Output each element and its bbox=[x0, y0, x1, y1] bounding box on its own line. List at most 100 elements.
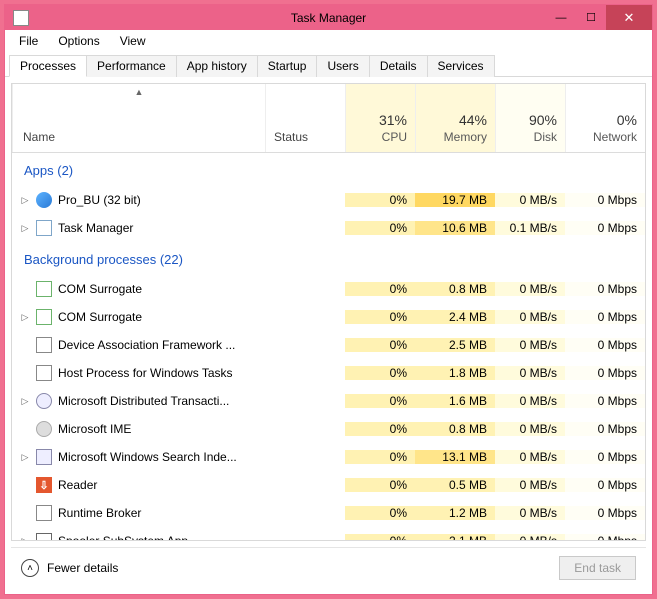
expand-icon[interactable]: ▷ bbox=[20, 452, 30, 463]
process-cpu: 0% bbox=[345, 310, 415, 324]
process-name: Task Manager bbox=[58, 221, 133, 235]
group-apps[interactable]: Apps (2) bbox=[12, 153, 645, 186]
expand-icon[interactable]: ▷ bbox=[20, 223, 30, 234]
tab-services[interactable]: Services bbox=[427, 55, 495, 77]
process-cpu: 0% bbox=[345, 338, 415, 352]
process-name: COM Surrogate bbox=[58, 282, 142, 296]
process-disk: 0 MB/s bbox=[495, 282, 565, 296]
sort-ascending-icon: ▲ bbox=[135, 87, 144, 97]
process-cpu: 0% bbox=[345, 221, 415, 235]
table-row[interactable]: ▷Microsoft Distributed Transacti...0%1.6… bbox=[12, 387, 645, 415]
tab-processes[interactable]: Processes bbox=[9, 55, 87, 77]
tab-users[interactable]: Users bbox=[316, 55, 369, 77]
table-row[interactable]: ▷Spooler SubSystem App0%2.1 MB0 MB/s0 Mb… bbox=[12, 527, 645, 540]
process-name: Device Association Framework ... bbox=[58, 338, 235, 352]
col-status[interactable]: Status bbox=[265, 84, 345, 152]
table-row[interactable]: Runtime Broker0%1.2 MB0 MB/s0 Mbps bbox=[12, 499, 645, 527]
table-row[interactable]: ⇩Reader0%0.5 MB0 MB/s0 Mbps bbox=[12, 471, 645, 499]
expand-icon[interactable]: ▷ bbox=[20, 536, 30, 541]
column-headers: ▲ Name Status 31% CPU 44% Memory 90% Dis… bbox=[12, 84, 645, 153]
process-cpu: 0% bbox=[345, 282, 415, 296]
process-disk: 0 MB/s bbox=[495, 506, 565, 520]
window-controls: — ☐ ✕ bbox=[546, 5, 652, 30]
expand-icon[interactable]: ▷ bbox=[20, 312, 30, 323]
table-row[interactable]: ▷Microsoft Windows Search Inde...0%13.1 … bbox=[12, 443, 645, 471]
tab-strip: Processes Performance App history Startu… bbox=[5, 52, 652, 77]
process-icon bbox=[36, 393, 52, 409]
col-name-label: Name bbox=[23, 130, 55, 144]
col-disk-label: Disk bbox=[534, 130, 557, 144]
process-name: Microsoft Windows Search Inde... bbox=[58, 450, 237, 464]
process-network: 0 Mbps bbox=[565, 282, 645, 296]
titlebar[interactable]: Task Manager — ☐ ✕ bbox=[5, 5, 652, 30]
process-memory: 19.7 MB bbox=[415, 193, 495, 207]
chevron-up-icon: ˄ bbox=[21, 559, 39, 577]
process-cpu: 0% bbox=[345, 478, 415, 492]
table-row[interactable]: Host Process for Windows Tasks 0%1.8 MB 0 … bbox=[12, 359, 645, 387]
col-cpu[interactable]: 31% CPU bbox=[345, 84, 415, 152]
process-memory: 2.1 MB bbox=[415, 534, 495, 540]
process-icon bbox=[36, 192, 52, 208]
process-disk: 0 MB/s bbox=[495, 534, 565, 540]
process-memory: 2.4 MB bbox=[415, 310, 495, 324]
process-cpu: 0% bbox=[345, 366, 415, 380]
table-row[interactable]: ▷Pro_BU (32 bit)0%19.7 MB0 MB/s0 Mbps bbox=[12, 186, 645, 214]
table-row[interactable]: Device Association Framework ... 0%2.5 MB… bbox=[12, 331, 645, 359]
tab-app-history[interactable]: App history bbox=[176, 55, 258, 77]
group-background[interactable]: Background processes (22) bbox=[12, 242, 645, 275]
menu-file[interactable]: File bbox=[9, 32, 48, 50]
end-task-button[interactable]: End task bbox=[559, 556, 636, 580]
menu-options[interactable]: Options bbox=[48, 32, 109, 50]
process-name: Spooler SubSystem App bbox=[58, 534, 188, 540]
process-list[interactable]: Apps (2) ▷Pro_BU (32 bit)0%19.7 MB0 MB/s… bbox=[12, 153, 645, 540]
process-name: Host Process for Windows Tasks bbox=[58, 366, 233, 380]
fewer-details-label: Fewer details bbox=[47, 561, 118, 575]
process-icon bbox=[36, 449, 52, 465]
process-memory: 1.8 MB bbox=[415, 366, 495, 380]
tab-performance[interactable]: Performance bbox=[86, 55, 177, 77]
menu-view[interactable]: View bbox=[110, 32, 156, 50]
process-disk: 0.1 MB/s bbox=[495, 221, 565, 235]
expand-icon[interactable]: ▷ bbox=[20, 396, 30, 407]
process-cpu: 0% bbox=[345, 506, 415, 520]
process-memory: 1.2 MB bbox=[415, 506, 495, 520]
table-row[interactable]: ▷Task Manager0%10.6 MB0.1 MB/s0 Mbps bbox=[12, 214, 645, 242]
col-memory[interactable]: 44% Memory bbox=[415, 84, 495, 152]
tab-startup[interactable]: Startup bbox=[257, 55, 318, 77]
close-button[interactable]: ✕ bbox=[606, 5, 652, 30]
process-memory: 1.6 MB bbox=[415, 394, 495, 408]
process-memory: 0.5 MB bbox=[415, 478, 495, 492]
col-disk[interactable]: 90% Disk bbox=[495, 84, 565, 152]
col-memory-label: Memory bbox=[444, 130, 487, 144]
process-network: 0 Mbps bbox=[565, 366, 645, 380]
minimize-button[interactable]: — bbox=[546, 5, 576, 30]
process-network: 0 Mbps bbox=[565, 478, 645, 492]
table-row[interactable]: Microsoft IME0%0.8 MB0 MB/s0 Mbps bbox=[12, 415, 645, 443]
cpu-total-pct: 31% bbox=[354, 112, 407, 128]
process-memory: 0.8 MB bbox=[415, 282, 495, 296]
table-row[interactable]: ▷COM Surrogate0%2.4 MB0 MB/s0 Mbps bbox=[12, 303, 645, 331]
process-network: 0 Mbps bbox=[565, 193, 645, 207]
table-row[interactable]: COM Surrogate 0%0.8 MB0 MB/s0 Mbps bbox=[12, 275, 645, 303]
footer-bar: ˄ Fewer details End task bbox=[11, 547, 646, 588]
maximize-button[interactable]: ☐ bbox=[576, 5, 606, 30]
col-name[interactable]: ▲ Name bbox=[12, 84, 265, 152]
app-icon bbox=[13, 10, 29, 26]
content-area: ▲ Name Status 31% CPU 44% Memory 90% Dis… bbox=[5, 77, 652, 594]
process-cpu: 0% bbox=[345, 193, 415, 207]
process-memory: 2.5 MB bbox=[415, 338, 495, 352]
process-memory: 0.8 MB bbox=[415, 422, 495, 436]
process-disk: 0 MB/s bbox=[495, 478, 565, 492]
process-cpu: 0% bbox=[345, 422, 415, 436]
process-network: 0 Mbps bbox=[565, 506, 645, 520]
tab-details[interactable]: Details bbox=[369, 55, 428, 77]
process-icon bbox=[36, 281, 52, 297]
process-network: 0 Mbps bbox=[565, 534, 645, 540]
process-icon bbox=[36, 421, 52, 437]
fewer-details-button[interactable]: ˄ Fewer details bbox=[21, 559, 118, 577]
process-disk: 0 MB/s bbox=[495, 422, 565, 436]
col-network-label: Network bbox=[593, 130, 637, 144]
process-disk: 0 MB/s bbox=[495, 310, 565, 324]
col-network[interactable]: 0% Network bbox=[565, 84, 645, 152]
expand-icon[interactable]: ▷ bbox=[20, 195, 30, 206]
